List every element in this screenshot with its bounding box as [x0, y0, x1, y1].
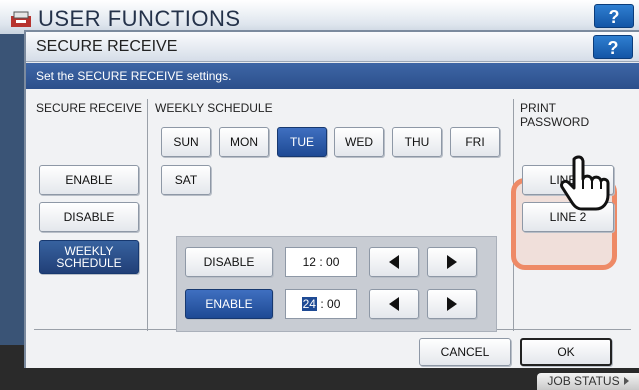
ok-button[interactable]: OK: [520, 338, 612, 366]
day-button-sat[interactable]: SAT: [161, 165, 211, 195]
weekly-schedule-heading: WEEKLY SCHEDULE: [155, 101, 273, 115]
secure-receive-heading: SECURE RECEIVE: [36, 101, 143, 115]
pointing-hand-icon: [560, 155, 610, 211]
arrow-left-icon: [389, 297, 399, 311]
weekly-schedule-label-line2: SCHEDULE: [56, 256, 122, 270]
dialog-header: SECURE RECEIVE ?: [26, 32, 639, 62]
print-password-heading: PRINT PASSWORD: [520, 101, 589, 129]
enable-time-left-button[interactable]: [369, 289, 419, 319]
day-button-tue[interactable]: TUE: [277, 127, 327, 157]
parent-help-button[interactable]: ?: [594, 4, 634, 28]
schedule-enable-button[interactable]: ENABLE: [185, 289, 273, 319]
day-button-thu[interactable]: THU: [392, 127, 442, 157]
enable-minute: 00: [327, 297, 341, 311]
secure-receive-dialog: SECURE RECEIVE ? Set the SECURE RECEIVE …: [24, 30, 639, 368]
disable-minute: 00: [326, 255, 340, 269]
dialog-title: SECURE RECEIVE: [36, 38, 178, 55]
day-button-sun[interactable]: SUN: [161, 127, 211, 157]
weekly-schedule-button[interactable]: WEEKLY SCHEDULE: [39, 240, 139, 274]
enable-button[interactable]: ENABLE: [39, 165, 139, 195]
time-separator: :: [319, 255, 323, 269]
arrow-right-icon: [447, 297, 457, 311]
enable-hour: 24: [301, 297, 317, 311]
day-button-mon[interactable]: MON: [219, 127, 269, 157]
parent-header: USER FUNCTIONS ?: [0, 0, 639, 34]
arrow-right-icon: [447, 255, 457, 269]
time-separator: :: [320, 297, 324, 311]
day-button-wed[interactable]: WED: [334, 127, 384, 157]
enable-time-right-button[interactable]: [427, 289, 477, 319]
schedule-disable-button[interactable]: DISABLE: [185, 247, 273, 277]
disable-hour: 12: [302, 255, 316, 269]
arrow-left-icon: [389, 255, 399, 269]
disable-time-right-button[interactable]: [427, 247, 477, 277]
chevron-right-icon: [623, 377, 629, 385]
dialog-info-bar: Set the SECURE RECEIVE settings.: [26, 63, 639, 89]
print-password-heading-line2: PASSWORD: [520, 115, 590, 129]
disable-button[interactable]: DISABLE: [39, 202, 139, 232]
time-settings-panel: DISABLE 12 : 00 ENABLE 24 : 00: [176, 236, 497, 332]
dialog-help-button[interactable]: ?: [593, 35, 633, 59]
job-status-button[interactable]: JOB STATUS: [537, 373, 639, 390]
user-functions-logo-icon: [11, 11, 31, 27]
parent-title: USER FUNCTIONS: [38, 6, 241, 31]
job-status-label: JOB STATUS: [547, 374, 620, 388]
divider: [147, 99, 148, 331]
dialog-content: SECURE RECEIVE ENABLE DISABLE WEEKLY SCH…: [26, 89, 639, 368]
cancel-button[interactable]: CANCEL: [419, 338, 511, 366]
enable-time-field[interactable]: 24 : 00: [285, 289, 357, 319]
disable-time-field[interactable]: 12 : 00: [285, 247, 357, 277]
day-button-fri[interactable]: FRI: [450, 127, 500, 157]
disable-time-left-button[interactable]: [369, 247, 419, 277]
print-password-heading-line1: PRINT: [520, 101, 556, 115]
